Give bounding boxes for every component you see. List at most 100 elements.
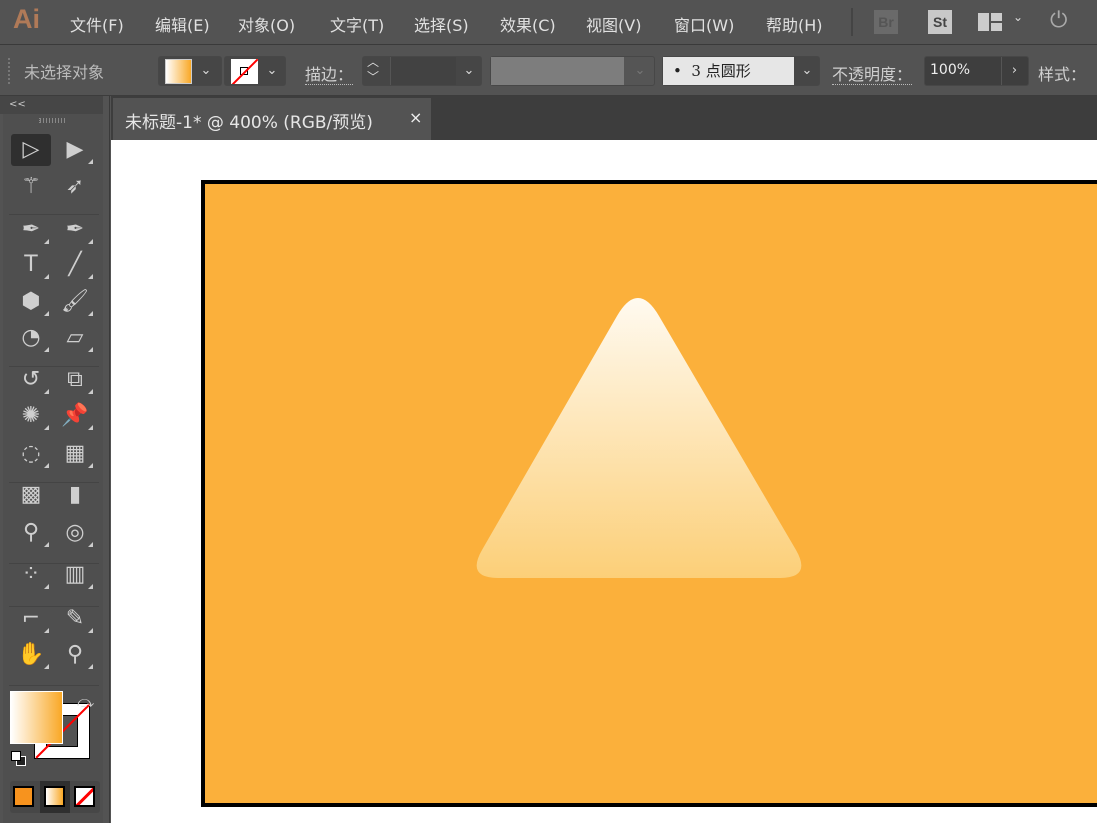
stepper-icon[interactable]: ︿ ﹀: [367, 55, 379, 85]
brush-name: 3 点圆形: [691, 62, 751, 80]
column-graph-tool[interactable]: ▥: [55, 559, 95, 591]
gradient-icon: ▮: [68, 482, 82, 507]
menu-object[interactable]: 对象(O): [238, 12, 295, 36]
blend-icon: ◎: [65, 520, 85, 545]
paintbrush-tool[interactable]: 🖌: [55, 286, 95, 318]
artboard-tool[interactable]: ⌐: [11, 603, 51, 635]
stock-button[interactable]: St: [928, 10, 952, 34]
line-icon: ╱: [68, 252, 82, 277]
chevron-down-icon[interactable]: ⌄: [1013, 10, 1023, 24]
toolbar: ⤼ ▷ ▶ ⚚ ➶ ✒ ✒ T ╱ ⬢ 🖌 ◔ ▱ ↺ ⧉ ✺ 📌 ◌ ▦ ▩ ▮ ⚲ ◎ ⁘ ▥ ⌐ ✎ ✋ ⚲: [3, 114, 103, 823]
mesh-tool[interactable]: ▩: [11, 479, 51, 511]
eyedropper-icon: ⚲: [22, 520, 40, 545]
selection-status: 未选择对象: [24, 63, 105, 82]
opacity-label[interactable]: 不透明度：: [832, 65, 913, 85]
slice-tool[interactable]: ✎: [55, 603, 95, 635]
shaper-icon: ◔: [21, 325, 41, 350]
pin-icon: 📌: [61, 403, 89, 428]
variable-width-dropdown[interactable]: ⌄: [490, 56, 655, 86]
magic-wand-tool[interactable]: ⚚: [11, 171, 51, 203]
opacity-field[interactable]: 100% ›: [924, 56, 1029, 86]
polygon-tool[interactable]: ⬢: [11, 286, 51, 318]
document-tab[interactable]: 未标题-1* @ 400% (RGB/预览) ×: [113, 98, 431, 140]
hand-tool[interactable]: ✋: [11, 639, 51, 671]
gradient-mode-button[interactable]: [44, 786, 65, 807]
stroke-label[interactable]: 描边：: [305, 65, 354, 85]
perspective-grid-tool[interactable]: ▦: [55, 438, 95, 470]
rotate-tool[interactable]: ↺: [11, 364, 51, 396]
perspective-grid-icon: ▦: [64, 441, 86, 466]
opacity-value[interactable]: 100%: [930, 62, 970, 78]
brush-dropdown[interactable]: • 3 点圆形 ⌄: [662, 56, 820, 86]
menu-edit[interactable]: 编辑(E): [155, 12, 210, 36]
curvature-tool[interactable]: ✒: [55, 214, 95, 246]
type-tool[interactable]: T: [11, 249, 51, 281]
collapse-panel-button[interactable]: <<: [0, 96, 103, 114]
lasso-icon: ➶: [65, 174, 85, 199]
document-tab-title: 未标题-1* @ 400% (RGB/预览): [125, 113, 373, 133]
artboard[interactable]: [201, 180, 1097, 807]
magic-wand-icon: ⚚: [21, 174, 41, 199]
bridge-button[interactable]: Br: [874, 10, 898, 34]
stroke-weight-field[interactable]: ︿ ﹀ ⌄: [362, 55, 482, 86]
close-tab-button[interactable]: ×: [409, 108, 422, 127]
symbol-sprayer-tool[interactable]: ⁘: [11, 559, 51, 591]
line-tool[interactable]: ╱: [55, 249, 95, 281]
app-logo: Ai: [13, 4, 40, 34]
chevron-right-icon[interactable]: ›: [1001, 57, 1027, 85]
rounded-triangle-shape[interactable]: [205, 184, 1097, 811]
menu-file[interactable]: 文件(F): [70, 12, 124, 36]
rocket-power-icon[interactable]: ⏻: [1050, 8, 1067, 33]
direct-selection-tool[interactable]: ▶: [55, 134, 95, 166]
style-label: 样式：: [1038, 65, 1087, 84]
eyedropper-tool[interactable]: ⚲: [11, 517, 51, 549]
eraser-tool[interactable]: ▱: [55, 322, 95, 354]
menu-effect[interactable]: 效果(C): [500, 12, 556, 36]
menu-help[interactable]: 帮助(H): [766, 12, 823, 36]
menu-select[interactable]: 选择(S): [414, 12, 469, 36]
pen-tool[interactable]: ✒: [11, 214, 51, 246]
grip-handle[interactable]: [39, 118, 67, 123]
divider: [851, 8, 853, 36]
selection-tool[interactable]: ▷: [11, 134, 51, 166]
artboard-icon: ⌐: [21, 606, 41, 631]
stroke-color-dropdown[interactable]: ⌄: [224, 56, 286, 86]
swap-colors-icon[interactable]: ⤼: [77, 692, 94, 712]
stroke-none-swatch: [231, 59, 258, 84]
menu-bar: Ai 文件(F) 编辑(E) 对象(O) 文字(T) 选择(S) 效果(C) 视…: [0, 0, 1097, 45]
pin-tool[interactable]: 📌: [55, 400, 95, 432]
puppet-warp-icon: ✺: [21, 403, 41, 428]
shaper-tool[interactable]: ◔: [11, 322, 51, 354]
zoom-tool[interactable]: ⚲: [55, 639, 95, 671]
free-transform-tool[interactable]: ◌: [11, 438, 51, 470]
pen-icon: ✒: [21, 217, 41, 242]
fill-color-dropdown[interactable]: ⌄: [158, 56, 222, 86]
scale-tool[interactable]: ⧉: [55, 364, 95, 396]
free-transform-icon: ◌: [21, 441, 41, 466]
fill-color-box[interactable]: [10, 691, 63, 744]
tools-panel: << ⤼ ▷ ▶ ⚚ ➶ ✒ ✒ T ╱ ⬢ 🖌 ◔ ▱ ↺ ⧉ ✺ 📌 ◌ ▦ ▩ ▮ ⚲ ◎ ⁘ ▥ ⌐ ✎ ✋ ⚲: [0, 96, 110, 823]
grip-handle[interactable]: [8, 58, 10, 84]
blend-tool[interactable]: ◎: [55, 517, 95, 549]
brush-dot-icon: •: [673, 62, 692, 80]
selection-icon: ▷: [22, 137, 40, 162]
paintbrush-icon: 🖌: [61, 289, 89, 314]
color-mode-button[interactable]: [13, 786, 34, 807]
rotate-icon: ↺: [21, 367, 41, 392]
default-colors-icon[interactable]: [11, 751, 27, 767]
symbol-sprayer-icon: ⁘: [21, 562, 41, 587]
gradient-tool[interactable]: ▮: [55, 479, 95, 511]
divider: [9, 685, 99, 686]
none-mode-button[interactable]: [74, 786, 95, 807]
lasso-tool[interactable]: ➶: [55, 171, 95, 203]
workspace-layout-icon[interactable]: [978, 13, 1002, 31]
mesh-icon: ▩: [20, 482, 42, 507]
menu-type[interactable]: 文字(T): [330, 12, 384, 36]
eraser-icon: ▱: [66, 325, 84, 350]
canvas[interactable]: [111, 140, 1097, 823]
zoom-icon: ⚲: [66, 642, 84, 667]
puppet-warp-tool[interactable]: ✺: [11, 400, 51, 432]
polygon-icon: ⬢: [21, 289, 41, 314]
menu-view[interactable]: 视图(V): [586, 12, 641, 36]
menu-window[interactable]: 窗口(W): [674, 12, 734, 36]
